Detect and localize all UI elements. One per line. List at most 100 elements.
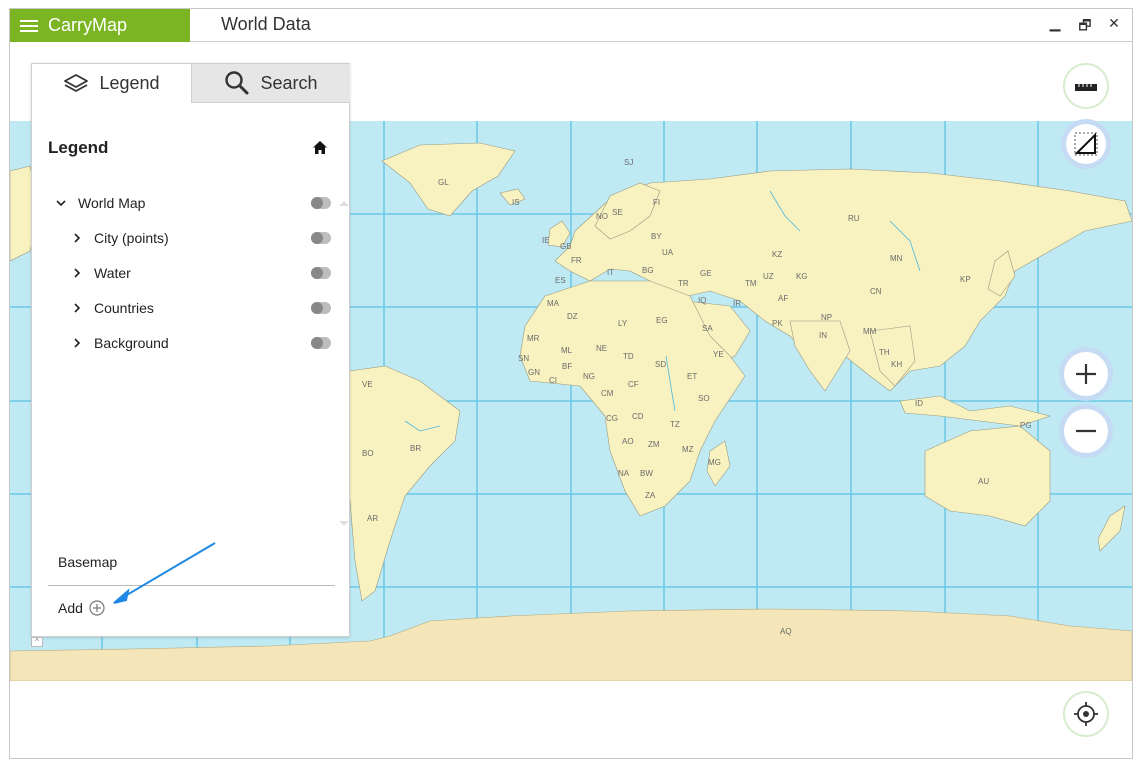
svg-text:CG: CG	[606, 414, 618, 423]
svg-text:ZM: ZM	[648, 440, 660, 449]
tab-search[interactable]: Search	[191, 64, 350, 103]
svg-text:YE: YE	[713, 350, 724, 359]
svg-text:MM: MM	[863, 327, 877, 336]
layer-label: Countries	[94, 300, 154, 316]
hamburger-icon	[20, 19, 38, 33]
layer-water[interactable]: Water	[70, 262, 131, 284]
svg-text:GL: GL	[438, 178, 449, 187]
svg-text:BW: BW	[640, 469, 653, 478]
svg-text:MZ: MZ	[682, 445, 694, 454]
svg-text:MR: MR	[527, 334, 540, 343]
visibility-toggle-countries[interactable]	[311, 302, 331, 314]
svg-text:ID: ID	[915, 399, 923, 408]
svg-text:SE: SE	[612, 208, 623, 217]
svg-text:TZ: TZ	[670, 420, 680, 429]
svg-text:GB: GB	[560, 242, 572, 251]
svg-text:CF: CF	[628, 380, 639, 389]
svg-text:CM: CM	[601, 389, 614, 398]
svg-text:BG: BG	[642, 266, 654, 275]
document-title: World Data	[221, 14, 311, 34]
layer-world-map[interactable]: World Map	[54, 192, 334, 214]
svg-text:NG: NG	[583, 372, 595, 381]
visibility-toggle-water[interactable]	[311, 267, 331, 279]
svg-text:IS: IS	[512, 198, 520, 207]
layers-icon	[64, 73, 89, 92]
svg-text:ML: ML	[561, 346, 573, 355]
layer-countries[interactable]: Countries	[70, 297, 154, 319]
svg-text:BR: BR	[410, 444, 421, 453]
svg-text:GN: GN	[528, 368, 540, 377]
basemap-section[interactable]: Basemap	[58, 554, 117, 570]
ruler-button[interactable]	[1063, 63, 1109, 109]
svg-text:TH: TH	[879, 348, 890, 357]
svg-text:BY: BY	[651, 232, 662, 241]
svg-text:NA: NA	[618, 469, 630, 478]
zoom-out-button[interactable]	[1059, 404, 1113, 458]
chevron-right-icon[interactable]	[70, 336, 84, 350]
chevron-down-icon[interactable]	[54, 196, 68, 210]
add-circle-icon	[89, 600, 105, 616]
svg-text:NP: NP	[821, 313, 832, 322]
layer-label: Background	[94, 335, 169, 351]
visibility-toggle-city-points[interactable]	[311, 232, 331, 244]
chevron-right-icon[interactable]	[70, 301, 84, 315]
svg-text:NO: NO	[596, 212, 608, 221]
layer-label: World Map	[78, 195, 146, 211]
layer-background[interactable]: Background	[70, 332, 169, 354]
svg-text:KH: KH	[891, 360, 902, 369]
svg-text:BF: BF	[562, 362, 572, 371]
svg-text:ET: ET	[687, 372, 697, 381]
layer-label: Water	[94, 265, 131, 281]
svg-text:KP: KP	[960, 275, 971, 284]
add-layer-button[interactable]: Add	[58, 600, 105, 616]
app-menu-button[interactable]: CarryMap	[10, 9, 190, 42]
restore-button[interactable]: 🗗	[1076, 15, 1094, 39]
svg-text:ES: ES	[555, 276, 566, 285]
svg-text:IE: IE	[542, 236, 550, 245]
tab-search-label: Search	[260, 72, 318, 93]
svg-text:AR: AR	[367, 514, 378, 523]
svg-text:PG: PG	[1020, 421, 1032, 430]
add-label: Add	[58, 600, 83, 616]
layer-city-points[interactable]: City (points)	[70, 227, 169, 249]
scroll-down-arrow[interactable]	[339, 521, 349, 526]
collapse-panel-button[interactable]: ^	[31, 637, 43, 647]
minimize-button[interactable]: ▁	[1046, 15, 1064, 32]
measure-area-icon	[1074, 132, 1098, 156]
svg-text:AU: AU	[978, 477, 989, 486]
chevron-right-icon[interactable]	[70, 231, 84, 245]
search-icon	[225, 71, 249, 95]
divider	[48, 585, 335, 586]
plus-icon	[1076, 364, 1096, 384]
close-button[interactable]: ✕	[1105, 15, 1123, 32]
svg-text:IQ: IQ	[698, 296, 706, 305]
tab-legend[interactable]: Legend	[32, 64, 191, 103]
svg-text:SA: SA	[702, 324, 713, 333]
svg-text:LY: LY	[618, 319, 628, 328]
svg-text:VE: VE	[362, 380, 373, 389]
svg-text:IR: IR	[733, 299, 741, 308]
title-bar: CarryMap World Data ▁ 🗗 ✕	[10, 9, 1132, 42]
panel-title: Legend	[48, 138, 109, 157]
home-icon[interactable]	[312, 140, 328, 155]
svg-text:GE: GE	[700, 269, 712, 278]
scroll-up-arrow[interactable]	[339, 201, 349, 206]
svg-text:FI: FI	[653, 198, 660, 207]
svg-text:KG: KG	[796, 272, 808, 281]
svg-text:CD: CD	[632, 412, 644, 421]
zoom-in-button[interactable]	[1059, 347, 1113, 401]
chevron-right-icon[interactable]	[70, 266, 84, 280]
svg-text:SJ: SJ	[624, 158, 633, 167]
visibility-toggle-world-map[interactable]	[311, 197, 331, 209]
measure-area-button[interactable]	[1061, 119, 1111, 169]
ruler-icon	[1075, 84, 1097, 91]
legend-panel: Legend Search Legend World Map City (poi…	[31, 63, 350, 637]
visibility-toggle-background[interactable]	[311, 337, 331, 349]
locate-button[interactable]	[1063, 691, 1109, 737]
svg-text:TM: TM	[745, 279, 757, 288]
svg-text:UA: UA	[662, 248, 674, 257]
svg-text:MA: MA	[547, 299, 560, 308]
svg-text:KZ: KZ	[772, 250, 782, 259]
panel-tabs: Legend Search	[32, 64, 350, 103]
tab-legend-label: Legend	[99, 73, 160, 93]
